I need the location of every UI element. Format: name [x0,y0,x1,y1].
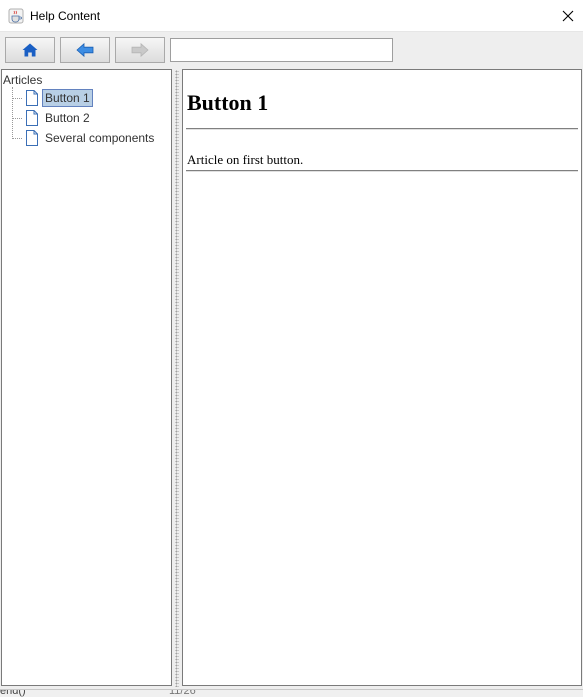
java-cup-icon [8,8,24,24]
back-arrow-icon [76,43,94,57]
document-icon [26,130,38,146]
tree-root-label[interactable]: Articles [3,73,42,87]
divider-grip[interactable] [175,70,179,687]
tree-item-label: Button 1 [42,89,93,107]
tree-connector [12,97,22,99]
forward-arrow-icon [131,43,149,57]
article-tree: Articles Button 1 Button 2 Several compo… [1,69,172,686]
split-divider[interactable] [173,68,181,689]
forward-button[interactable] [115,37,165,63]
close-icon [562,10,574,22]
back-button[interactable] [60,37,110,63]
tree-connector [12,137,22,139]
close-button[interactable] [553,0,583,32]
tree-item-button-1[interactable]: Button 1 [12,88,93,108]
background-text: 11/26 [169,689,196,697]
main-split-pane: Articles Button 1 Button 2 Several compo… [0,68,583,689]
title-bar: Help Content [0,0,583,32]
background-text: end() [0,689,26,697]
tree-connector [12,117,22,119]
article-body: Article on first button. [187,152,304,167]
background-window-strip: end() 11/26 [0,689,583,697]
document-icon [26,110,38,126]
tree-item-button-2[interactable]: Button 2 [12,108,93,128]
tree-item-label: Several components [45,131,155,145]
address-field[interactable] [170,38,393,62]
horizontal-rule [186,170,578,172]
window-title: Help Content [30,9,101,23]
article-title: Button 1 [187,90,269,115]
horizontal-rule [186,128,578,130]
home-icon [22,43,38,57]
article-view: Button 1 Article on first button. [182,69,582,686]
toolbar [0,32,583,68]
home-button[interactable] [5,37,55,63]
tree-item-label: Button 2 [45,111,90,125]
document-icon [26,90,38,106]
tree-item-several-components[interactable]: Several components [12,128,157,148]
